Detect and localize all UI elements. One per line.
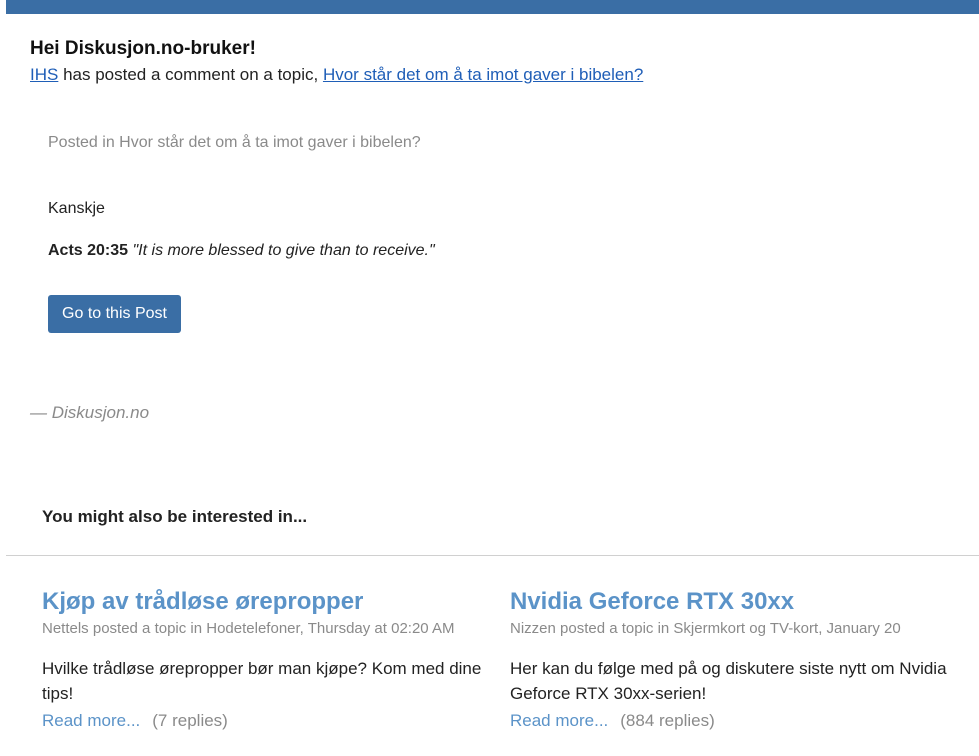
- recommended-topic-title[interactable]: Nvidia Geforce RTX 30xx: [510, 588, 950, 616]
- recommended-topic-meta: Nizzen posted a topic in Skjermkort og T…: [510, 620, 901, 637]
- post-context: Posted in Hvor står det om å ta imot gav…: [48, 134, 421, 151]
- notification-middle-text: has posted a comment on a topic,: [58, 65, 323, 84]
- bible-reference: Acts 20:35: [48, 242, 129, 259]
- post-body-text: Kanskje: [48, 200, 105, 217]
- bible-quote: "It is more blessed to give than to rece…: [132, 242, 435, 259]
- recommended-topic-card: Nvidia Geforce RTX 30xx Nizzen posted a …: [510, 588, 950, 731]
- read-more-link[interactable]: Read more...: [42, 711, 140, 730]
- signature: — Diskusjon.no: [30, 403, 150, 422]
- recommended-topic-footer: Read more... (7 replies): [42, 711, 482, 731]
- post-quote-line: Acts 20:35 "It is more blessed to give t…: [48, 242, 435, 260]
- notification-text: IHS has posted a comment on a topic, Hvo…: [30, 65, 643, 85]
- recommendations-heading: You might also be interested in...: [42, 507, 308, 526]
- reply-count: (7 replies): [152, 711, 228, 730]
- recommended-topic-meta: Nettels posted a topic in Hodetelefoner,…: [42, 620, 455, 637]
- greeting-heading: Hei Diskusjon.no-bruker!: [30, 38, 256, 59]
- go-to-post-button[interactable]: Go to this Post: [48, 295, 181, 333]
- recommended-topic-description: Her kan du følge med på og diskutere sis…: [510, 659, 947, 703]
- reply-count: (884 replies): [620, 711, 715, 730]
- author-link[interactable]: IHS: [30, 65, 58, 84]
- section-divider: [6, 555, 979, 556]
- recommended-topic-title[interactable]: Kjøp av trådløse ørepropper: [42, 588, 482, 616]
- recommended-topic-card: Kjøp av trådløse ørepropper Nettels post…: [42, 588, 482, 731]
- recommended-topic-description: Hvilke trådløse ørepropper bør man kjøpe…: [42, 659, 482, 703]
- recommended-topic-footer: Read more... (884 replies): [510, 711, 950, 731]
- read-more-link[interactable]: Read more...: [510, 711, 608, 730]
- topic-link[interactable]: Hvor står det om å ta imot gaver i bibel…: [323, 65, 643, 84]
- email-header-bar: [6, 0, 979, 14]
